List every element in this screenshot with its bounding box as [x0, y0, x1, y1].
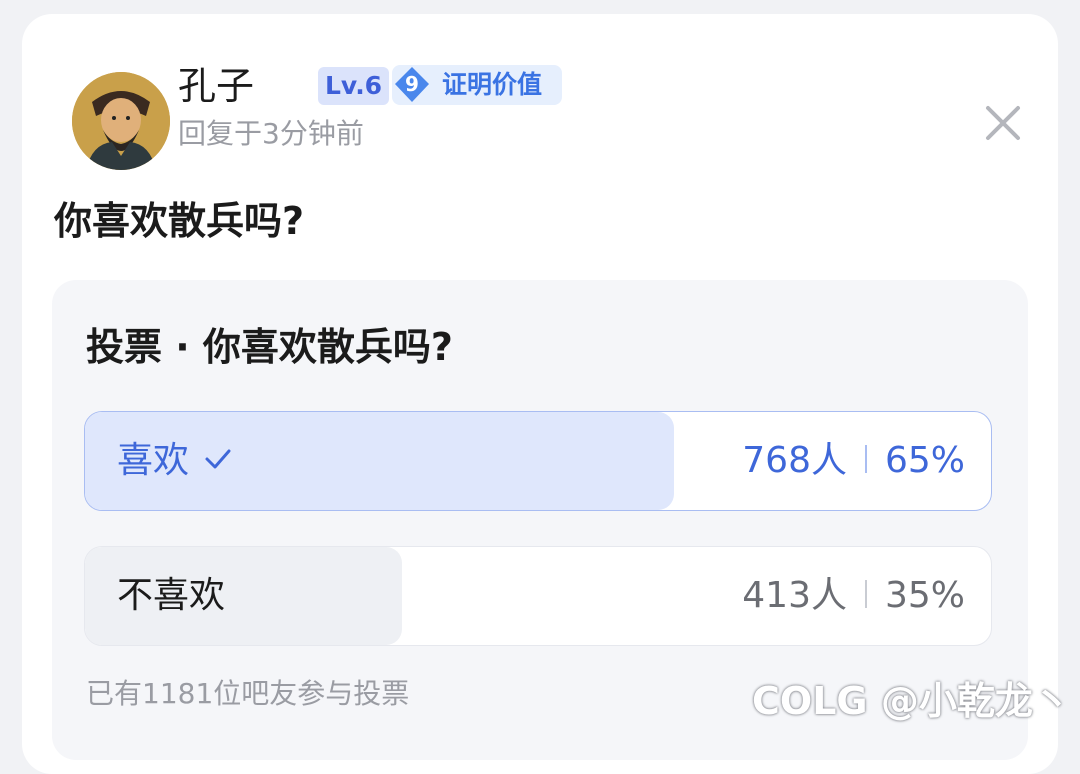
poll-option-count: 768人: [742, 440, 847, 481]
poll-option-label-wrap: 不喜欢: [117, 547, 225, 645]
poll-participants: 已有1181位吧友参与投票: [86, 677, 410, 710]
poll-option-stats: 413人 35%: [742, 547, 965, 645]
poll-title: 投票 · 你喜欢散兵吗?: [86, 325, 453, 369]
poll-option-like[interactable]: 喜欢 768人 65%: [84, 411, 992, 511]
close-button[interactable]: [980, 100, 1026, 146]
poll-option-percent: 65%: [884, 440, 965, 481]
stats-divider: [864, 445, 867, 473]
avatar[interactable]: [72, 72, 170, 170]
close-icon: [986, 106, 1020, 140]
reply-time: 回复于3分钟前: [178, 117, 364, 150]
diamond-icon: 9: [392, 65, 432, 105]
poll-option-dislike[interactable]: 不喜欢 413人 35%: [84, 546, 992, 646]
level-badge: Lv.6: [318, 67, 390, 105]
checkmark-icon: [201, 442, 235, 476]
post-title: 你喜欢散兵吗?: [54, 199, 305, 243]
poll-option-label-wrap: 喜欢: [117, 412, 235, 510]
stats-divider: [864, 580, 867, 608]
author-name[interactable]: 孔子: [178, 62, 254, 110]
value-badge[interactable]: 9 证明价值: [392, 65, 562, 105]
poll-option-stats: 768人 65%: [742, 412, 965, 510]
poll-option-label: 不喜欢: [117, 575, 226, 616]
poll-option-label: 喜欢: [117, 440, 190, 481]
poll-option-percent: 35%: [884, 575, 965, 616]
poll-option-count: 413人: [742, 575, 847, 616]
watermark: COLG @小乾龙丶: [752, 679, 1071, 723]
value-badge-label: 证明价值: [442, 70, 543, 99]
value-badge-number: 9: [405, 72, 419, 96]
